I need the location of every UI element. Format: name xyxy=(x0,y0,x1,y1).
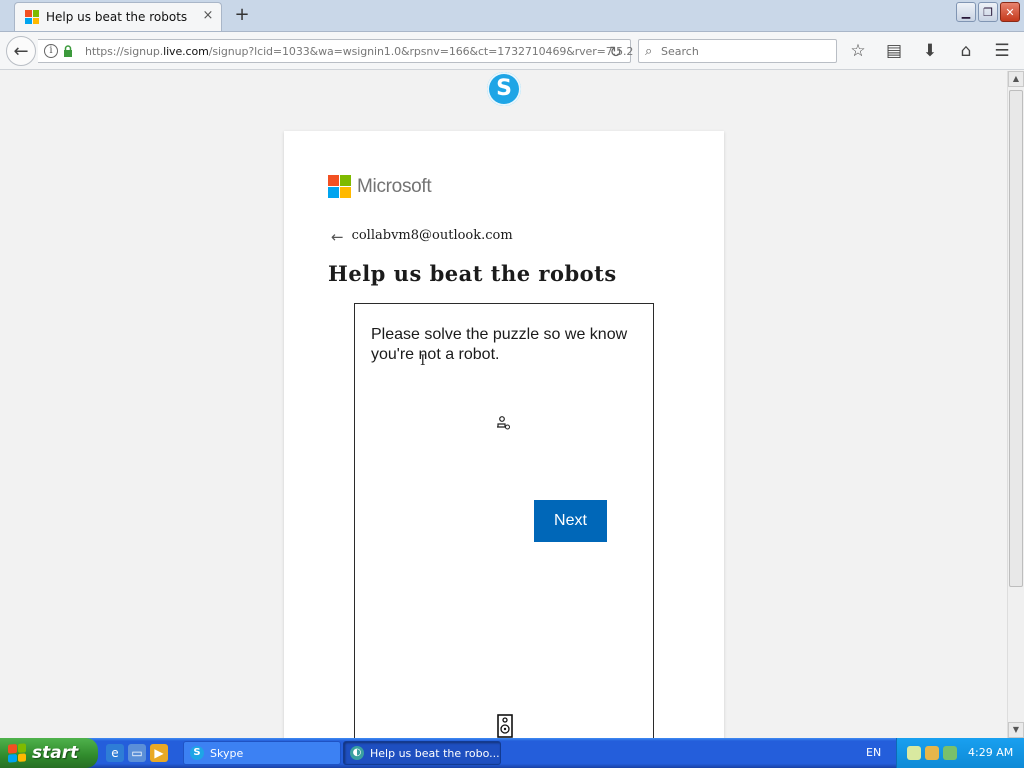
security-icon[interactable] xyxy=(925,746,939,760)
navigation-bar: ← i https://signup.live.com/signup?lcid=… xyxy=(0,32,1024,70)
browser-tab[interactable]: Help us beat the robots × xyxy=(14,2,222,31)
search-icon: ⌕ xyxy=(645,44,653,59)
new-tab-button[interactable]: + xyxy=(232,5,252,25)
start-label: start xyxy=(32,743,79,763)
back-arrow-icon[interactable]: ← xyxy=(331,228,344,246)
download-icon[interactable]: ⬇ xyxy=(918,40,942,62)
lock-icon xyxy=(64,45,72,57)
browser-icon: ◐ xyxy=(350,746,364,760)
scroll-down-icon[interactable]: ▼ xyxy=(1008,722,1024,738)
microsoft-favicon-icon xyxy=(25,10,39,24)
search-input[interactable] xyxy=(661,43,831,59)
text-cursor-icon: I xyxy=(420,353,426,369)
taskbar-item-label: Help us beat the robo... xyxy=(370,746,500,760)
account-email: collabvm8@outlook.com xyxy=(351,228,513,243)
tab-close-icon[interactable]: × xyxy=(201,9,215,23)
url-text: https://signup.live.com/signup?lcid=1033… xyxy=(85,45,634,58)
back-button[interactable]: ← xyxy=(6,36,36,66)
skype-logo-icon: S xyxy=(487,72,521,106)
tab-title: Help us beat the robots xyxy=(46,10,188,24)
network-icon[interactable] xyxy=(907,746,921,760)
clock: 4:29 AM xyxy=(968,746,1014,759)
windows-flag-icon xyxy=(8,743,26,763)
captcha-frame: Please solve the puzzle so we know you'r… xyxy=(354,303,654,738)
taskbar-item-browser[interactable]: ◐ Help us beat the robo... xyxy=(343,741,501,765)
quick-launch: e ▭ ▶ xyxy=(106,744,168,762)
window-controls: ▁ ❐ ✕ xyxy=(956,2,1020,22)
url-bar[interactable]: i https://signup.live.com/signup?lcid=10… xyxy=(38,39,634,63)
microsoft-squares-icon xyxy=(328,175,351,198)
close-window-button[interactable]: ✕ xyxy=(1000,2,1020,22)
language-indicator[interactable]: EN xyxy=(866,746,881,759)
skype-icon: S xyxy=(190,746,204,760)
site-info-icon[interactable]: i xyxy=(44,44,58,58)
taskbar: start e ▭ ▶ S Skype ◐ Help us beat the r… xyxy=(0,738,1024,768)
tab-bar: Help us beat the robots × + ▁ ❐ ✕ xyxy=(0,0,1024,32)
start-button[interactable]: start xyxy=(0,738,98,768)
home-icon[interactable]: ⌂ xyxy=(954,40,978,62)
scroll-up-icon[interactable]: ▲ xyxy=(1008,71,1024,87)
reload-icon[interactable]: ↻ xyxy=(609,43,622,61)
volume-icon[interactable] xyxy=(943,746,957,760)
taskbar-item-skype[interactable]: S Skype xyxy=(183,741,341,765)
toolbar-icons: ☆ ▤ ⬇ ⌂ ☰ xyxy=(846,40,1024,62)
identity-banner[interactable]: ← collabvm8@outlook.com xyxy=(331,225,513,246)
back-arrow-icon: ← xyxy=(13,40,29,62)
restore-button[interactable]: ❐ xyxy=(978,2,998,22)
system-tray: 4:29 AM xyxy=(896,738,1024,768)
vertical-scrollbar[interactable]: ▲ ▼ xyxy=(1007,71,1024,738)
taskbar-item-label: Skype xyxy=(210,746,244,760)
signup-card: Microsoft ← collabvm8@outlook.com Help u… xyxy=(284,131,724,738)
microsoft-brand-text: Microsoft xyxy=(357,175,432,197)
reading-list-icon[interactable]: ▤ xyxy=(882,40,906,62)
minimize-button[interactable]: ▁ xyxy=(956,2,976,22)
next-button[interactable]: Next xyxy=(534,500,607,542)
show-desktop-icon[interactable]: ▭ xyxy=(128,744,146,762)
menu-icon[interactable]: ☰ xyxy=(990,40,1014,62)
captcha-prompt: Please solve the puzzle so we know you'r… xyxy=(371,326,628,363)
page-viewport: S Microsoft ← collabvm8@outlook.com Help… xyxy=(0,71,1007,738)
media-player-icon[interactable]: ▶ xyxy=(150,744,168,762)
search-bar[interactable]: ⌕ xyxy=(638,39,837,63)
microsoft-logo: Microsoft xyxy=(328,175,432,198)
audio-challenge-icon[interactable] xyxy=(497,714,513,738)
scrollbar-thumb[interactable] xyxy=(1009,90,1023,587)
puzzle-icon[interactable] xyxy=(495,415,511,431)
page-title: Help us beat the robots xyxy=(328,261,617,286)
bookmark-star-icon[interactable]: ☆ xyxy=(846,40,870,62)
internet-explorer-icon[interactable]: e xyxy=(106,744,124,762)
